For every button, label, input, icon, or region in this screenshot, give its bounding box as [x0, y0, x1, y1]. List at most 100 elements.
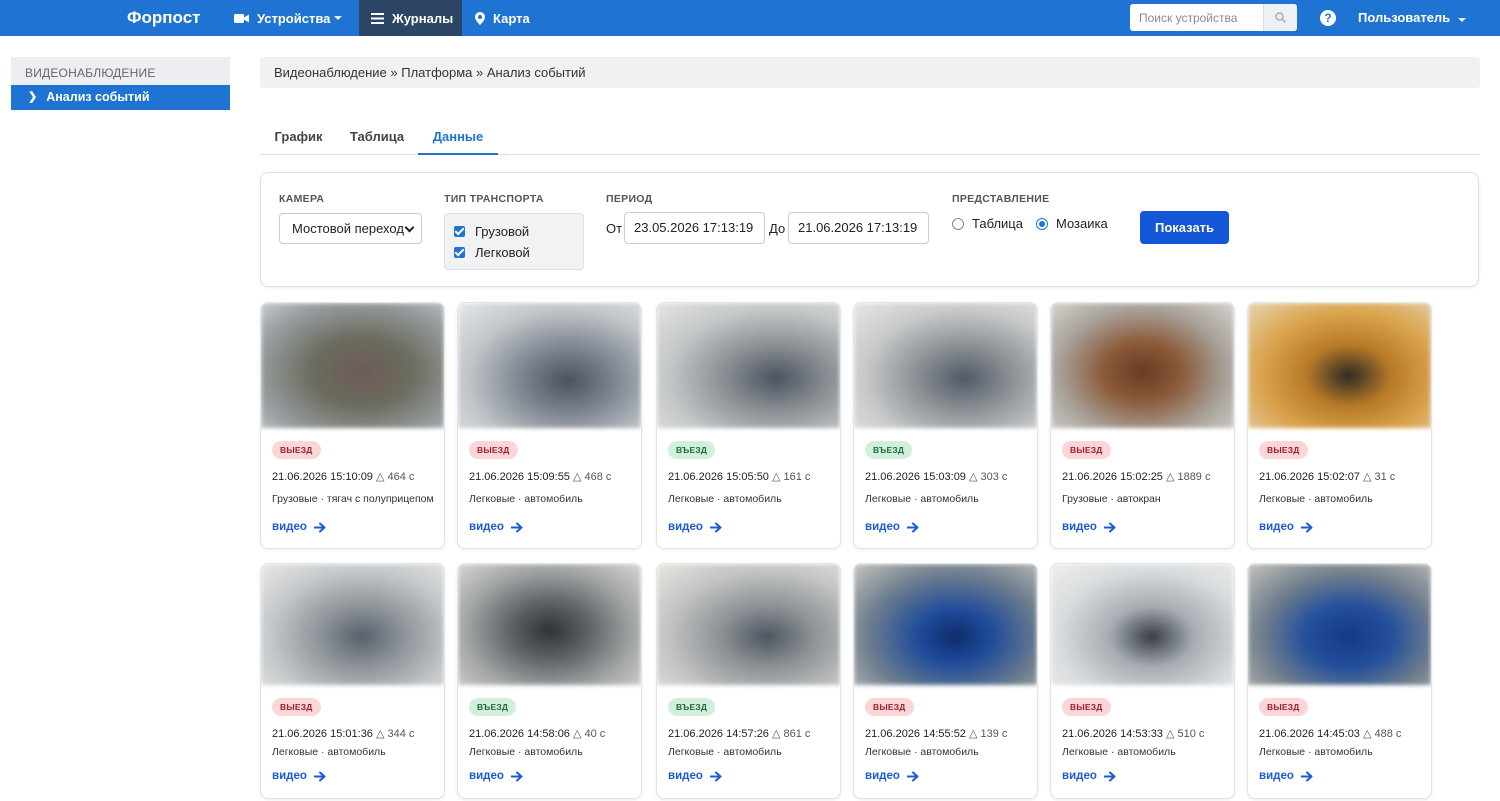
event-timestamp: 21.06.2026 15:03:09 △ 303 с [865, 470, 1007, 483]
arrow-right-icon [709, 522, 722, 532]
arrow-right-icon [1103, 771, 1116, 781]
event-thumbnail[interactable] [458, 564, 641, 685]
video-link[interactable]: видео [469, 770, 523, 782]
camera-select[interactable]: Мостовой переход [279, 213, 422, 244]
video-link[interactable]: видео [1259, 521, 1313, 533]
exit-badge: ВЫЕЗД [865, 698, 914, 716]
nav-journals[interactable]: Журналы [359, 0, 462, 36]
event-card[interactable]: ВЪЕЗД 21.06.2026 14:57:26 △ 861 с Легковые … [656, 563, 841, 799]
device-search [1130, 4, 1297, 31]
vehicle-type: Легковые · автомобиль [668, 493, 782, 505]
tab-data[interactable]: Данные [418, 118, 498, 155]
sidebar-item-event-analysis[interactable]: ❯ Анализ событий [11, 85, 230, 110]
event-card[interactable]: ВЪЕЗД 21.06.2026 15:03:09 △ 303 с Легковые … [853, 302, 1038, 549]
event-card[interactable]: ВЫЕЗД 21.06.2026 15:09:55 △ 468 с Легковые … [457, 302, 642, 549]
vehicle-type: Легковые · автомобиль [865, 746, 979, 758]
video-link-label: видео [469, 770, 504, 782]
checkbox-checked-icon[interactable] [454, 226, 465, 237]
event-timestamp: 21.06.2026 14:58:06 △ 40 с [469, 727, 605, 740]
nav-map-label: Карта [493, 10, 530, 26]
event-timestamp: 21.06.2026 15:10:09 △ 464 с [272, 470, 414, 483]
event-card[interactable]: ВЫЕЗД 21.06.2026 15:02:25 △ 1889 с Грузовые… [1050, 302, 1235, 549]
search-input[interactable] [1130, 4, 1263, 31]
event-card[interactable]: ВЪЕЗД 21.06.2026 14:58:06 △ 40 с Легковые ·… [457, 563, 642, 799]
view-option-table[interactable]: Таблица [952, 216, 1023, 231]
video-link-label: видео [1062, 521, 1097, 533]
transport-option-car[interactable]: Легковой [454, 245, 530, 260]
event-thumbnail[interactable] [458, 303, 641, 428]
event-card[interactable]: ВЫЕЗД 21.06.2026 14:53:33 △ 510 с Легковые … [1050, 563, 1235, 799]
video-link-label: видео [668, 770, 703, 782]
event-time: 21.06.2026 15:10:09 [272, 471, 373, 483]
video-link[interactable]: видео [1062, 770, 1116, 782]
event-card[interactable]: ВЫЕЗД 21.06.2026 15:10:09 △ 464 с Грузовые … [260, 302, 445, 549]
event-thumbnail[interactable] [854, 303, 1037, 428]
arrow-right-icon [1300, 522, 1313, 532]
event-thumbnail[interactable] [657, 564, 840, 685]
vehicle-type: Легковые · автомобиль [1259, 746, 1373, 758]
event-card[interactable]: ВЫЕЗД 21.06.2026 14:55:52 △ 139 с Легковые … [853, 563, 1038, 799]
view-label: ПРЕДСТАВЛЕНИЕ [952, 193, 1050, 205]
tab-table[interactable]: Таблица [337, 118, 417, 155]
help-icon[interactable]: ? [1320, 10, 1336, 26]
nav-map[interactable]: Карта [475, 0, 530, 36]
view-option-mosaic[interactable]: Мозаика [1036, 216, 1108, 231]
exit-badge: ВЫЕЗД [1062, 441, 1111, 459]
show-button[interactable]: Показать [1140, 211, 1229, 244]
event-card[interactable]: ВЫЕЗД 21.06.2026 14:45:03 △ 488 с Легковые … [1247, 563, 1432, 799]
video-link[interactable]: видео [668, 521, 722, 533]
checkbox-checked-icon[interactable] [454, 247, 465, 258]
event-thumbnail[interactable] [1051, 303, 1234, 428]
filter-panel: КАМЕРА Мостовой переход ТИП ТРАНСПОРТА Г… [260, 172, 1479, 287]
video-link[interactable]: видео [272, 521, 326, 533]
search-icon [1275, 12, 1286, 23]
event-thumbnail[interactable] [261, 564, 444, 685]
date-from-input[interactable]: 23.05.2026 17:13:19 [624, 212, 765, 244]
video-link[interactable]: видео [865, 770, 919, 782]
video-link-label: видео [668, 521, 703, 533]
event-timestamp: 21.06.2026 15:02:25 △ 1889 с [1062, 470, 1210, 483]
event-card[interactable]: ВЪЕЗД 21.06.2026 15:05:50 △ 161 с Легковые … [656, 302, 841, 549]
event-thumbnail[interactable] [1248, 303, 1431, 428]
video-link[interactable]: видео [1259, 770, 1313, 782]
event-thumbnail[interactable] [854, 564, 1037, 685]
camera-select-value: Мостовой переход [292, 221, 404, 236]
event-thumbnail[interactable] [657, 303, 840, 428]
event-duration: △ 861 с [771, 728, 811, 740]
event-thumbnail[interactable] [261, 303, 444, 428]
transport-option-truck[interactable]: Грузовой [454, 224, 529, 239]
video-link-label: видео [272, 521, 307, 533]
user-menu[interactable]: Пользователь [1358, 0, 1466, 36]
radio-icon[interactable] [952, 217, 964, 230]
radio-selected-icon[interactable] [1036, 217, 1048, 230]
video-link[interactable]: видео [1062, 521, 1116, 533]
brand-logo[interactable]: Форпост [127, 0, 201, 36]
video-link[interactable]: видео [469, 521, 523, 533]
video-link[interactable]: видео [865, 521, 919, 533]
event-card[interactable]: ВЫЕЗД 21.06.2026 15:01:36 △ 344 с Легковые … [260, 563, 445, 799]
entry-badge: ВЪЕЗД [469, 698, 517, 716]
event-card[interactable]: ВЫЕЗД 21.06.2026 15:02:07 △ 31 с Легковые ·… [1247, 302, 1432, 549]
event-duration: △ 488 с [1362, 728, 1402, 740]
search-button[interactable] [1263, 4, 1297, 31]
tab-chart[interactable]: График [260, 118, 337, 155]
event-timestamp: 21.06.2026 15:02:07 △ 31 с [1259, 470, 1395, 483]
event-time: 21.06.2026 14:58:06 [469, 728, 570, 740]
event-duration: △ 40 с [572, 728, 606, 740]
from-label: От [606, 221, 623, 236]
video-link[interactable]: видео [668, 770, 722, 782]
nav-journals-label: Журналы [392, 10, 454, 26]
date-to-input[interactable]: 21.06.2026 17:13:19 [788, 212, 929, 244]
video-link[interactable]: видео [272, 770, 326, 782]
video-link-label: видео [272, 770, 307, 782]
map-marker-icon [475, 11, 485, 25]
nav-devices[interactable]: Устройства [234, 0, 343, 36]
event-timestamp: 21.06.2026 15:05:50 △ 161 с [668, 470, 810, 483]
vehicle-type: Легковые · автомобиль [1062, 746, 1176, 758]
video-link-label: видео [865, 521, 900, 533]
video-link-label: видео [1259, 770, 1294, 782]
event-thumbnail[interactable] [1248, 564, 1431, 685]
event-thumbnail[interactable] [1051, 564, 1234, 685]
arrow-right-icon [510, 771, 523, 781]
entry-badge: ВЪЕЗД [865, 441, 913, 459]
